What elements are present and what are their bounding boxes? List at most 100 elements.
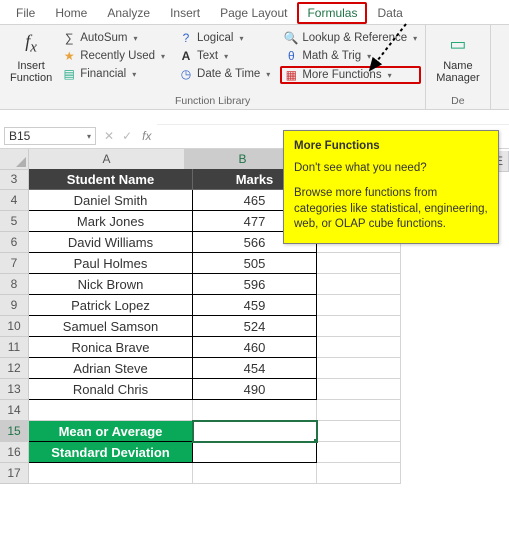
more-functions-tooltip: More Functions Don't see what you need? … [283,130,499,244]
row-header[interactable]: 17 [0,463,29,484]
insert-function-button[interactable]: fx Insert Function [4,27,58,84]
row-header[interactable]: 3 [0,169,29,190]
cell[interactable]: Standard Deviation [29,442,193,463]
cell[interactable] [317,442,401,463]
question-icon: ? [179,31,193,45]
cell[interactable] [317,463,401,484]
fx-icon[interactable]: fx [136,129,157,143]
cell[interactable]: 505 [193,253,317,274]
cell[interactable]: Mean or Average [29,421,193,442]
chevron-down-icon: ▾ [87,132,91,141]
cell[interactable] [317,400,401,421]
cell[interactable] [29,463,193,484]
cell[interactable]: Patrick Lopez [29,295,193,316]
money-icon: ▤ [62,67,76,81]
logical-button[interactable]: ?Logical▾ [175,30,274,46]
row-header[interactable]: 4 [0,190,29,211]
tab-home[interactable]: Home [45,2,97,24]
fx-icon: fx [17,30,45,58]
cell[interactable]: Samuel Samson [29,316,193,337]
group-function-library: fx Insert Function ∑AutoSum▾ ★Recently U… [0,25,426,109]
cell[interactable] [193,442,317,463]
date-time-button[interactable]: ◷Date & Time▾ [175,66,274,82]
row-header[interactable]: 15 [0,421,29,442]
clock-icon: ◷ [179,67,193,81]
row-header[interactable]: 12 [0,358,29,379]
col-header-a[interactable]: A [29,149,185,170]
row-header[interactable]: 14 [0,400,29,421]
chevron-down-icon: ▾ [367,52,371,61]
cell[interactable] [193,421,317,442]
cell[interactable]: 454 [193,358,317,379]
row-header[interactable]: 13 [0,379,29,400]
row-header[interactable]: 16 [0,442,29,463]
cell[interactable] [193,400,317,421]
row-header[interactable]: 10 [0,316,29,337]
sigma-icon: ∑ [62,31,76,45]
cell[interactable]: Nick Brown [29,274,193,295]
cancel-icon[interactable]: ✕ [100,129,118,143]
tooltip-subtitle: Don't see what you need? [294,161,488,177]
cell[interactable] [317,358,401,379]
row-header[interactable]: 7 [0,253,29,274]
cell[interactable]: Ronica Brave [29,337,193,358]
row-header[interactable]: 11 [0,337,29,358]
cell[interactable]: Student Name [29,169,193,190]
autosum-button[interactable]: ∑AutoSum▾ [58,30,169,46]
cell[interactable] [317,274,401,295]
text-button[interactable]: AText▾ [175,48,274,64]
name-manager-button[interactable]: ▭ Name Manager [430,27,485,84]
cell[interactable]: Paul Holmes [29,253,193,274]
row-header[interactable]: 9 [0,295,29,316]
recently-used-button[interactable]: ★Recently Used▾ [58,48,169,64]
ribbon-tabs: File Home Analyze Insert Page Layout For… [0,0,509,25]
chevron-down-icon: ▾ [161,52,165,61]
cell[interactable]: 596 [193,274,317,295]
tab-insert[interactable]: Insert [160,2,210,24]
chevron-down-icon: ▾ [134,34,138,43]
row-header[interactable]: 6 [0,232,29,253]
cell[interactable]: David Williams [29,232,193,253]
chevron-down-icon: ▾ [132,70,136,79]
name-box[interactable]: B15▾ [4,127,96,145]
cell[interactable]: Mark Jones [29,211,193,232]
more-functions-button[interactable]: ▦More Functions▾ [280,66,421,84]
select-all-corner[interactable] [0,149,29,170]
chevron-down-icon: ▾ [239,34,243,43]
theta-icon: θ [284,49,298,63]
cell[interactable] [317,316,401,337]
financial-button[interactable]: ▤Financial▾ [58,66,169,82]
cell[interactable]: 459 [193,295,317,316]
tooltip-body: Browse more functions from categories li… [294,187,488,230]
cell[interactable] [317,421,401,442]
star-icon: ★ [62,49,76,63]
cell[interactable] [317,379,401,400]
cell[interactable]: 524 [193,316,317,337]
cell[interactable] [29,400,193,421]
tab-file[interactable]: File [6,2,45,24]
row-header[interactable]: 5 [0,211,29,232]
tab-page-layout[interactable]: Page Layout [210,2,297,24]
cell[interactable]: Adrian Steve [29,358,193,379]
group-defined-names: ▭ Name Manager De [426,25,490,109]
lookup-icon: 🔍 [284,31,298,45]
cell[interactable] [317,337,401,358]
ribbon: fx Insert Function ∑AutoSum▾ ★Recently U… [0,25,509,110]
cell[interactable] [193,463,317,484]
row-header[interactable]: 8 [0,274,29,295]
group-label: De [430,94,485,109]
lookup-reference-button[interactable]: 🔍Lookup & Reference▾ [280,30,421,46]
tab-analyze[interactable]: Analyze [97,2,160,24]
chevron-down-icon: ▾ [388,71,392,80]
tab-data[interactable]: Data [367,2,412,24]
cell[interactable]: Daniel Smith [29,190,193,211]
tab-formulas[interactable]: Formulas [297,2,367,24]
cell[interactable]: Ronald Chris [29,379,193,400]
math-trig-button[interactable]: θMath & Trig▾ [280,48,421,64]
cell[interactable] [317,295,401,316]
text-icon: A [179,49,193,63]
enter-icon[interactable]: ✓ [118,129,136,143]
cell[interactable]: 490 [193,379,317,400]
cell[interactable] [317,253,401,274]
cell[interactable]: 460 [193,337,317,358]
